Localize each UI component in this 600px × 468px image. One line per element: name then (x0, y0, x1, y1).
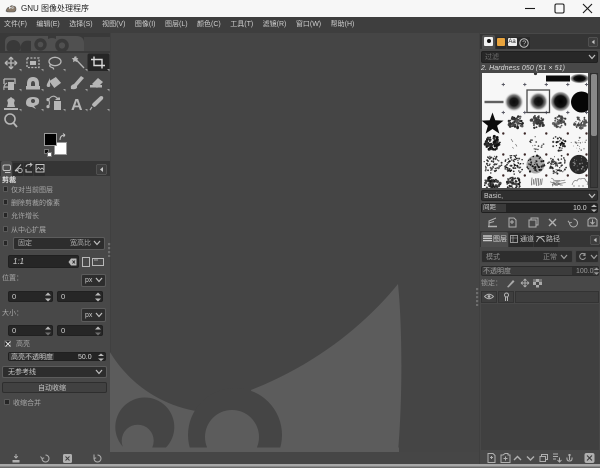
svg-text:A: A (71, 97, 83, 114)
svg-text:?: ? (522, 40, 526, 47)
